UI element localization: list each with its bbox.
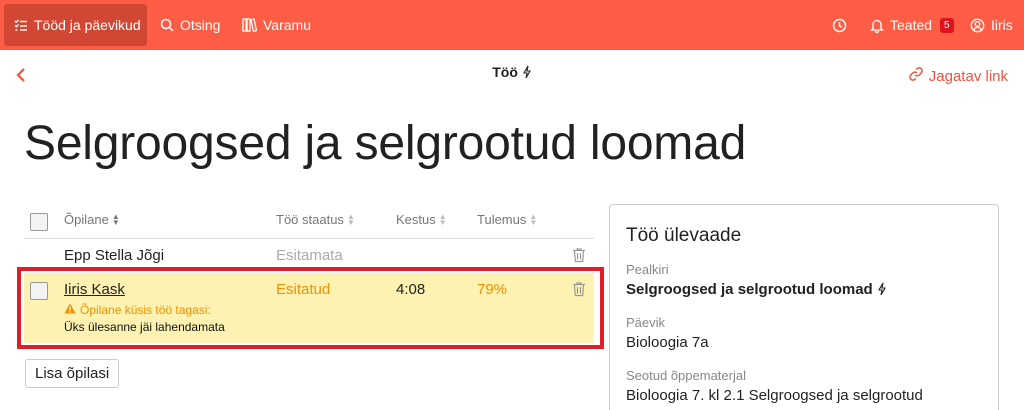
sort-icon: ▲ ▼ — [346, 211, 355, 227]
sort-icon: ▲ ▼ — [111, 211, 120, 227]
work-overview-panel: Töö ülevaade Pealkiri Selgroogsed ja sel… — [609, 204, 999, 410]
column-header-status[interactable]: Töö staatus ▲ ▼ — [276, 212, 355, 227]
trash-icon — [572, 248, 586, 267]
nav-item-label: Otsing — [180, 17, 221, 33]
lightning-icon — [877, 282, 887, 300]
user-icon — [970, 18, 985, 33]
bell-icon — [870, 18, 884, 33]
nav-item-label: Varamu — [263, 17, 311, 33]
field-value-text: Selgroogsed ja selgrootud loomad — [626, 281, 873, 298]
notifications-button[interactable]: Teated 5 — [860, 4, 964, 46]
nav-item-library[interactable]: Varamu — [232, 4, 321, 46]
library-icon — [242, 18, 257, 32]
lightning-icon — [522, 65, 532, 82]
column-header-student[interactable]: Õpilane ▲ ▼ — [64, 212, 120, 227]
field-value-material[interactable]: Bioloogia 7. kl 2.1 Selgroogsed ja selgr… — [626, 387, 923, 404]
sort-icon: ▲ ▼ — [438, 211, 447, 227]
column-header-duration[interactable]: Kestus ▲ ▼ — [396, 212, 447, 227]
column-label: Tulemus — [477, 212, 527, 227]
student-name[interactable]: Epp Stella Jõgi — [64, 247, 164, 264]
notifications-label: Teated — [890, 17, 933, 33]
field-value-journal: Bioloogia 7a — [626, 334, 709, 351]
page-title: Selgroogsed ja selgrootud loomad — [24, 117, 747, 170]
select-all-checkbox[interactable] — [30, 213, 48, 231]
history-button[interactable] — [822, 4, 857, 46]
panel-title: Töö ülevaade — [626, 225, 742, 246]
highlight-box — [17, 267, 604, 349]
status-text: Esitamata — [276, 247, 343, 264]
field-label: Pealkiri — [626, 262, 669, 277]
user-label: Iiris — [991, 17, 1013, 33]
add-student-button[interactable]: Lisa õpilasi — [25, 359, 120, 388]
link-icon — [908, 66, 924, 86]
top-nav: Tööd ja päevikud Otsing Varamu Teated 5 … — [0, 0, 1024, 50]
nav-item-search[interactable]: Otsing — [150, 4, 230, 46]
share-link-label: Jagatav link — [928, 67, 1008, 85]
field-value-title: Selgroogsed ja selgrootud loomad — [626, 281, 887, 300]
field-label: Päevik — [626, 315, 666, 330]
work-title: Töö — [0, 64, 1024, 82]
sort-icon: ▲ ▼ — [529, 211, 538, 227]
table-header: Õpilane ▲ ▼ Töö staatus ▲ ▼ Kestus ▲ ▼ Tule… — [24, 204, 594, 239]
notification-count-badge: 5 — [940, 17, 954, 33]
field-label: Seotud õppematerjal — [626, 368, 746, 383]
column-label: Õpilane — [64, 212, 109, 227]
user-menu-button[interactable]: Iiris — [960, 4, 1023, 46]
clock-icon — [832, 18, 847, 33]
column-header-result[interactable]: Tulemus ▲ ▼ — [477, 212, 537, 227]
nav-item-label: Tööd ja päevikud — [34, 17, 141, 33]
share-link-button[interactable]: Jagatav link — [908, 66, 1008, 86]
search-icon — [160, 18, 174, 32]
work-title-text: Töö — [492, 64, 518, 80]
checklist-icon — [14, 18, 28, 32]
column-label: Töö staatus — [276, 212, 344, 227]
delete-button[interactable] — [572, 247, 586, 263]
column-label: Kestus — [396, 212, 436, 227]
nav-item-works[interactable]: Tööd ja päevikud — [4, 4, 147, 46]
